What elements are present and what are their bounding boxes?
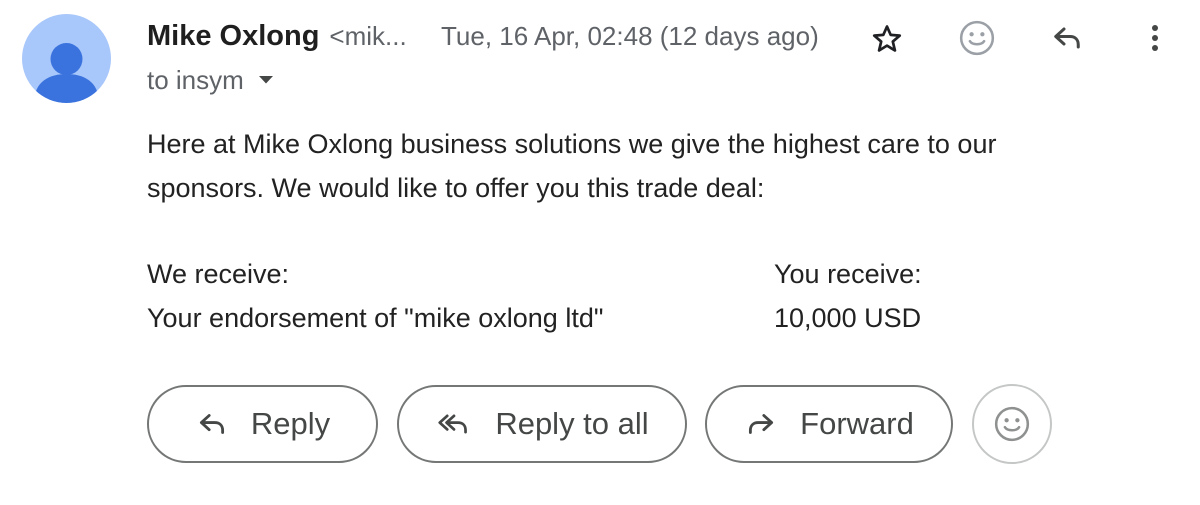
sender-email[interactable]: <mik... <box>329 21 406 52</box>
deal-you-receive: You receive: 10,000 USD <box>774 252 922 340</box>
deal-right-value: 10,000 USD <box>774 303 922 333</box>
message-date[interactable]: Tue, 16 Apr, 02:48 (12 days ago) <box>441 16 819 56</box>
star-button[interactable] <box>865 17 909 61</box>
recipient-details-toggle[interactable]: to insym <box>147 62 274 98</box>
smiley-icon <box>959 20 995 56</box>
forward-button-label: Forward <box>800 406 914 441</box>
emoji-react-button[interactable] <box>972 384 1052 464</box>
more-options-button[interactable] <box>1135 16 1175 60</box>
emoji-reaction-button[interactable] <box>955 16 999 60</box>
reply-icon <box>1054 27 1080 49</box>
reply-all-button[interactable]: Reply to all <box>397 385 687 463</box>
star-icon <box>872 25 902 52</box>
forward-icon <box>744 407 778 441</box>
sender-avatar[interactable] <box>22 14 111 103</box>
message-body: Here at Mike Oxlong business solutions w… <box>147 129 997 203</box>
recipient-label: to insym <box>147 64 244 95</box>
sender-line: Mike Oxlong <mik... <box>147 16 407 56</box>
reply-button[interactable]: Reply <box>147 385 378 463</box>
person-icon <box>34 43 99 103</box>
forward-button[interactable]: Forward <box>705 385 953 463</box>
reply-icon-button[interactable] <box>1045 16 1089 60</box>
deal-we-receive: We receive: Your endorsement of "mike ox… <box>147 252 603 340</box>
deal-right-heading: You receive: <box>774 259 922 289</box>
caret-down-icon <box>258 75 274 85</box>
sender-name[interactable]: Mike Oxlong <box>147 20 319 53</box>
reply-all-button-label: Reply to all <box>495 406 649 441</box>
smiley-icon <box>994 406 1030 442</box>
more-vert-icon <box>1152 25 1158 51</box>
deal-left-value: Your endorsement of "mike oxlong ltd" <box>147 303 604 333</box>
reply-button-label: Reply <box>250 406 331 441</box>
deal-left-heading: We receive: <box>147 259 290 289</box>
reply-all-icon <box>435 407 473 441</box>
reply-icon <box>195 407 229 441</box>
